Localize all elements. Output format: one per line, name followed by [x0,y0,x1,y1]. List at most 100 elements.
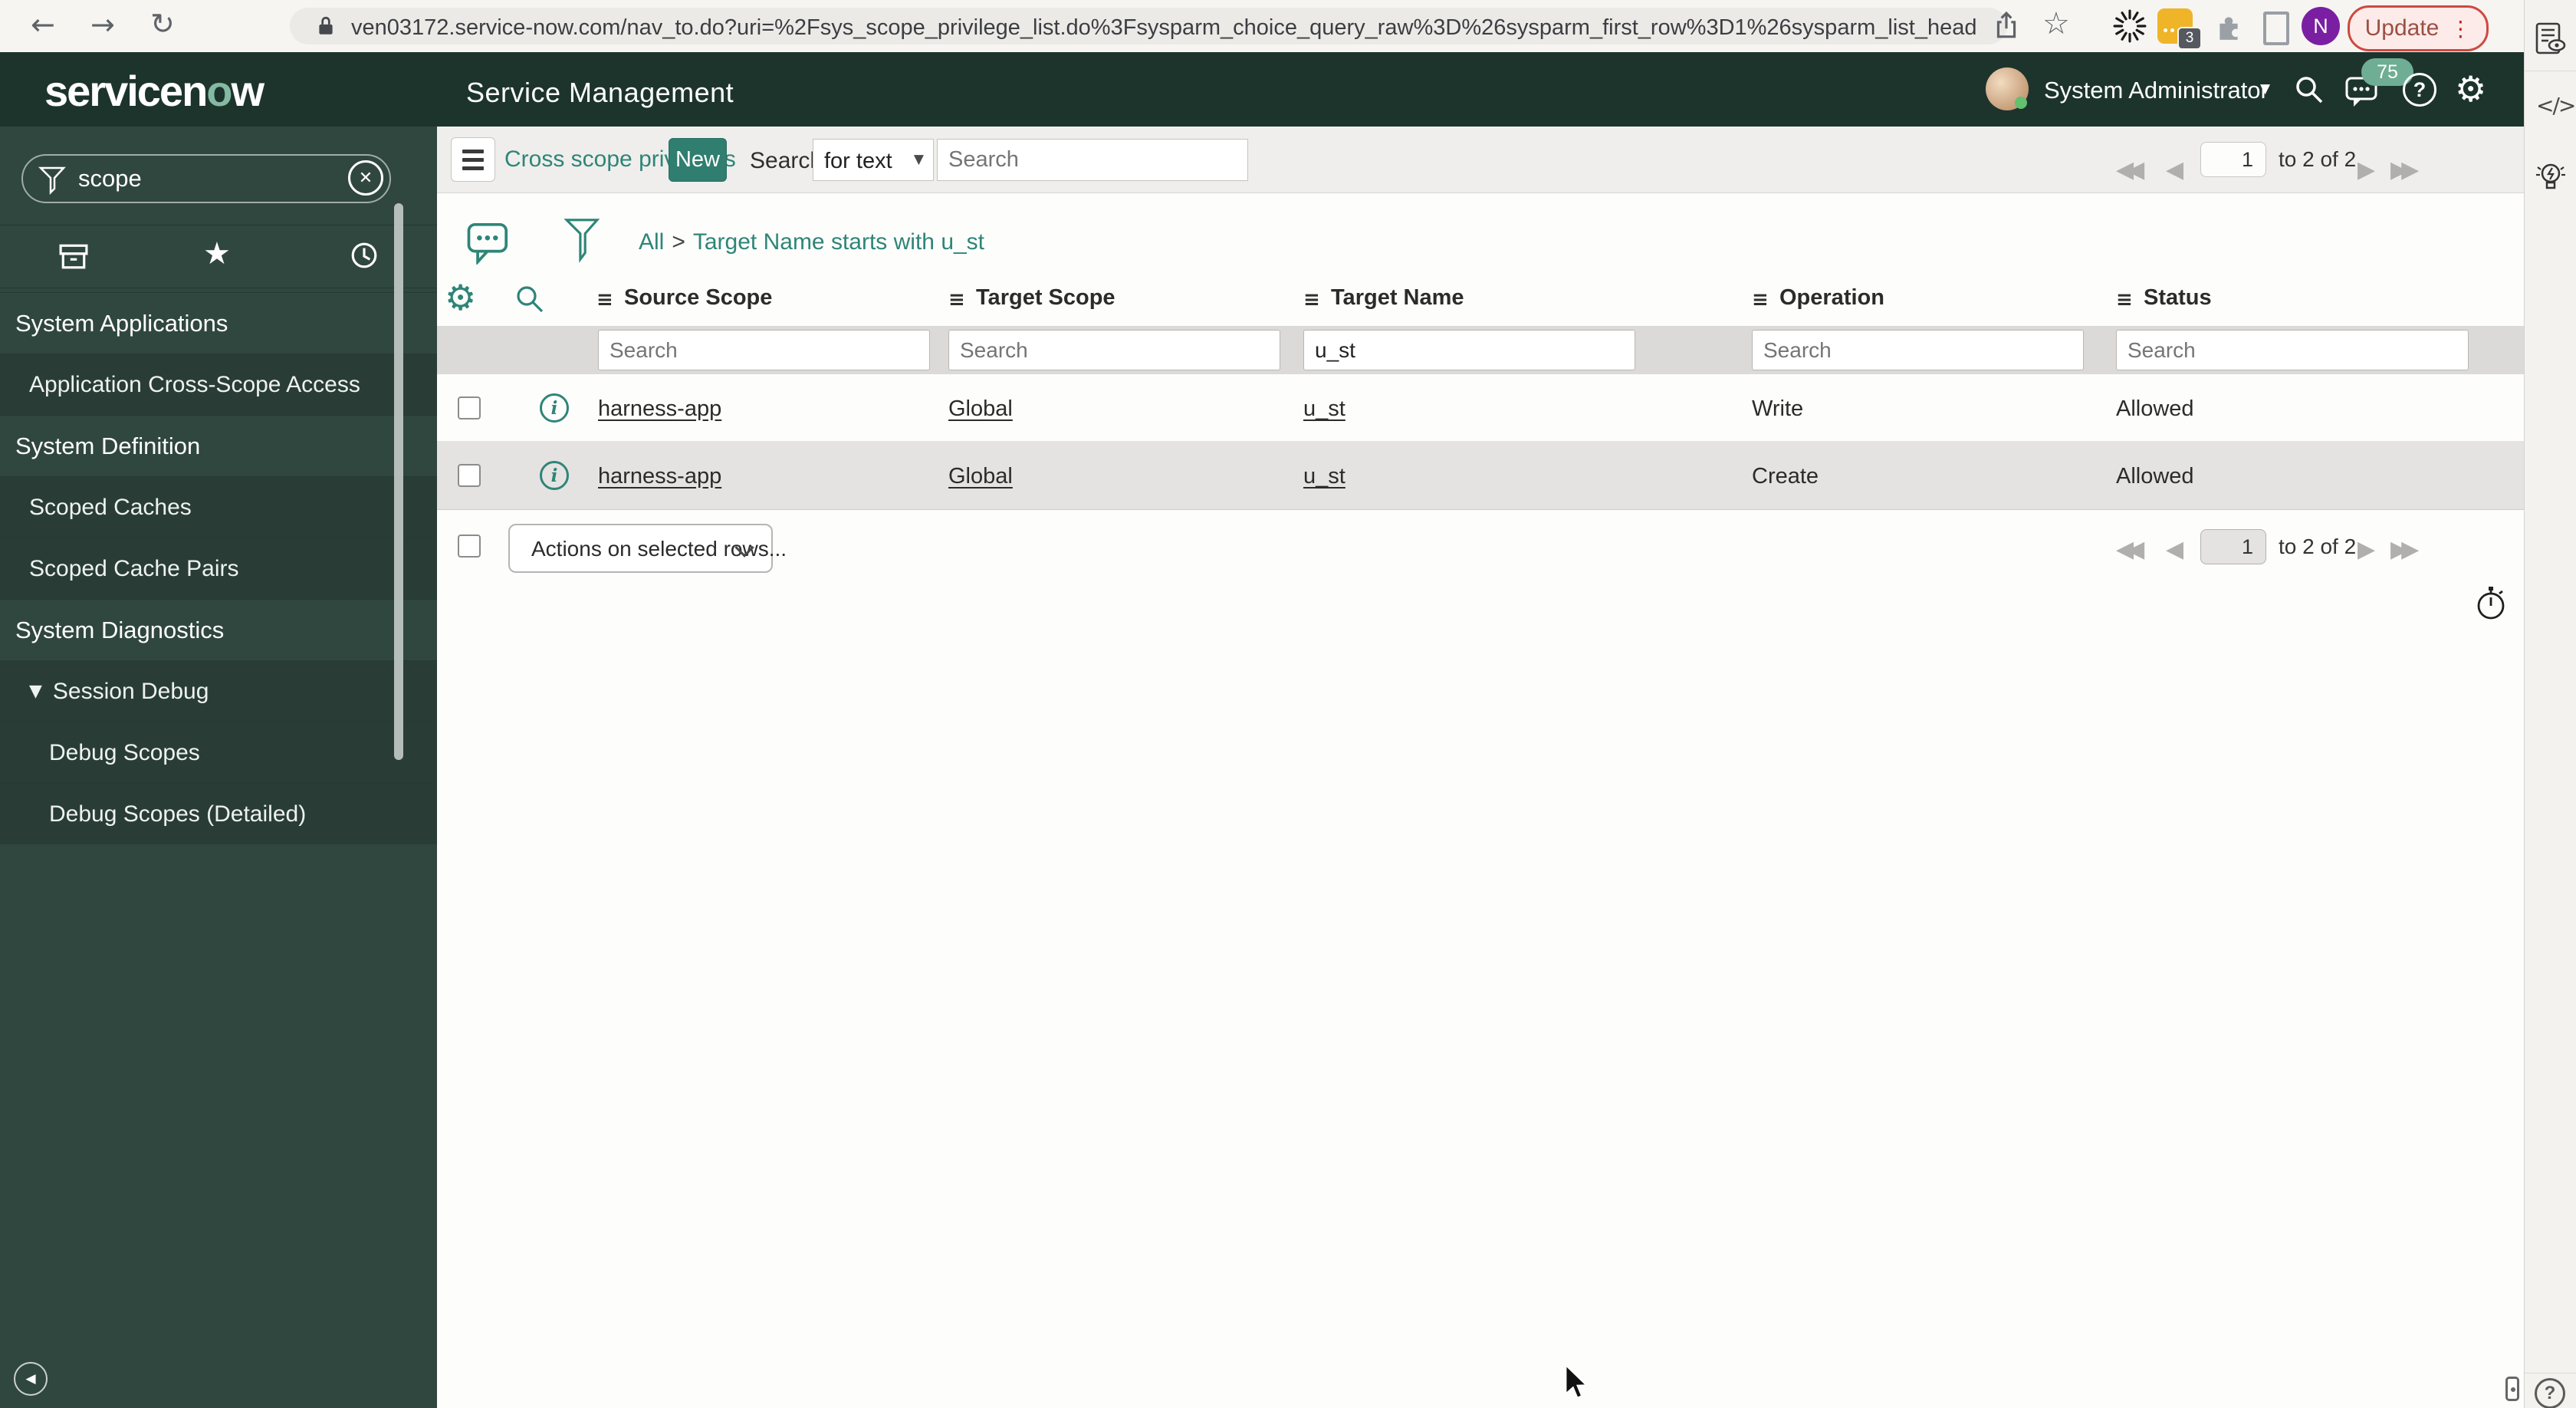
share-icon[interactable] [1992,11,2021,44]
update-button[interactable]: Update ⋮ [2348,5,2489,51]
cell-target-name[interactable]: u_st [1303,464,1346,489]
sidebar-item-label: Debug Scopes (Detailed) [49,801,307,827]
form-preview-icon[interactable] [2533,21,2568,61]
extensions-puzzle-icon[interactable] [2214,12,2243,45]
list-context-menu-button[interactable] [451,137,495,182]
navigator-filter-input[interactable] [77,161,325,196]
column-header-target-name[interactable]: Target Name [1331,285,1464,311]
prev-page-icon[interactable]: ◀ [2166,538,2183,561]
row-checkbox[interactable] [458,396,481,419]
list-chat-icon[interactable] [466,220,511,268]
actions-select[interactable]: Actions on selected rows... [508,524,787,573]
expand-triangle-icon[interactable]: ▼ [29,683,42,700]
column-header-status[interactable]: Status [2144,285,2212,311]
user-caret-icon[interactable]: ▼ [2260,83,2270,96]
sidebar-item-scoped-cache-pairs[interactable]: Scoped Cache Pairs [0,538,437,599]
collapse-glyph: ◀ [25,1371,36,1386]
screen: ← → ↻ ven03172.service-now.com/nav_to.do… [0,0,2576,1408]
tab-all-applications-icon[interactable] [59,242,88,275]
column-menu-icon[interactable]: ≡ [1752,290,1769,310]
column-search-toggle-icon[interactable] [514,283,547,321]
filter-operation-input[interactable] [1752,330,2084,370]
sidebar-section-system-definition[interactable]: System Definition [0,415,437,476]
list-settings-gear-icon[interactable]: ⚙ [445,280,476,315]
filter-target-scope-input[interactable] [948,330,1280,370]
row-info-icon[interactable]: i [540,461,569,490]
sidebar-item-scoped-caches[interactable]: Scoped Caches [0,476,437,538]
bookmark-star-icon[interactable]: ☆ [2042,8,2070,39]
column-header-source-scope[interactable]: Source Scope [624,285,772,311]
next-page-icon[interactable]: ▶ [2358,538,2375,561]
sidebar-section-system-applications[interactable]: System Applications [0,292,437,354]
filter-clear-icon[interactable]: ✕ [348,160,383,196]
cell-target-scope[interactable]: Global [948,464,1013,489]
idea-lightbulb-icon[interactable] [2532,160,2569,200]
column-menu-icon[interactable]: ≡ [596,290,613,310]
cell-target-scope[interactable]: Global [948,396,1013,422]
cell-source-scope[interactable]: harness-app [598,464,721,489]
table-row[interactable]: i harness-app Global u_st Write Allowed [437,374,2524,442]
page-number-input[interactable] [2200,142,2266,177]
prev-page-icon[interactable]: ◀ [2166,159,2183,182]
column-menu-icon[interactable]: ≡ [1303,290,1320,310]
tab-history-clock-icon[interactable] [350,241,379,274]
column-menu-icon[interactable]: ≡ [2116,290,2133,310]
next-page-icon[interactable]: ▶ [2358,159,2375,182]
sidebar-section-system-diagnostics[interactable]: System Diagnostics [0,599,437,660]
dock-handle-icon[interactable] [2505,1377,2519,1401]
sidebar-collapse-button[interactable]: ◀ [14,1362,48,1396]
logo-text-end: w [231,67,265,115]
first-page-icon[interactable]: ◀◀ [2116,538,2144,561]
strip-help-icon[interactable]: ? [2535,1378,2565,1408]
new-button[interactable]: New [669,138,727,182]
sidebar-item-label: Session Debug [52,678,209,704]
first-page-icon[interactable]: ◀◀ [2116,159,2144,182]
loading-spinner-extension-icon[interactable] [2113,9,2147,47]
back-icon[interactable]: ← [31,10,55,39]
chat-extension-icon[interactable]: 3 [2157,8,2202,50]
row-checkbox[interactable] [458,464,481,487]
reload-icon[interactable]: ↻ [150,9,175,38]
browser-menu-icon[interactable]: ⋮ [2450,16,2471,41]
cell-target-name[interactable]: u_st [1303,396,1346,422]
row-info-icon[interactable]: i [540,393,569,423]
column-header-operation[interactable]: Operation [1779,285,1884,311]
tab-favorites-star-icon[interactable]: ★ [203,239,231,269]
response-time-stopwatch-icon[interactable] [2473,585,2509,624]
filter-source-scope-input[interactable] [598,330,930,370]
filter-target-name-input[interactable] [1303,330,1635,370]
sidebar-item-application-cross-scope-access[interactable]: Application Cross-Scope Access [0,354,437,415]
column-menu-icon[interactable]: ≡ [948,290,965,310]
side-panel-icon[interactable] [2263,12,2289,45]
breadcrumb-all[interactable]: All [639,229,664,255]
sidebar-scrollbar[interactable] [394,203,403,760]
global-search-icon[interactable] [2292,73,2326,110]
page-number-input[interactable] [2200,529,2266,564]
sidebar-item-debug-scopes[interactable]: Debug Scopes [0,722,437,783]
sidebar-item-debug-scopes-detailed[interactable]: Debug Scopes (Detailed) [0,783,437,844]
xplore-code-icon[interactable]: </> [2536,95,2576,117]
navigator-filter[interactable]: ✕ [21,154,391,203]
url-bar[interactable]: ven03172.service-now.com/nav_to.do?uri=%… [290,8,2007,44]
settings-gear-icon[interactable]: ⚙ [2455,71,2486,107]
list-search-input[interactable] [937,139,1248,181]
sidebar-item-label: Scoped Caches [29,494,192,520]
search-type-select[interactable]: for text ▼ [813,139,934,181]
sidebar-item-label: System Applications [15,309,228,337]
user-menu[interactable]: System Administrator [2044,77,2269,104]
breadcrumb-filter-icon[interactable] [564,217,600,267]
last-page-icon[interactable]: ▶▶ [2390,159,2419,182]
last-page-icon[interactable]: ▶▶ [2390,538,2419,561]
column-header-target-scope[interactable]: Target Scope [976,285,1116,311]
table-row[interactable]: i harness-app Global u_st Create Allowed [437,442,2524,510]
cell-source-scope[interactable]: harness-app [598,396,721,422]
forward-icon[interactable]: → [90,10,115,39]
sidebar-item-session-debug[interactable]: ▼ Session Debug [0,660,437,722]
help-icon[interactable]: ? [2403,73,2436,107]
browser-profile-avatar[interactable]: N [2302,7,2340,45]
filter-funnel-icon [38,166,66,199]
help-glyph: ? [2544,1383,2556,1403]
breadcrumb-query[interactable]: Target Name starts with u_st [693,229,984,255]
select-all-checkbox[interactable] [458,535,481,558]
filter-status-input[interactable] [2116,330,2469,370]
